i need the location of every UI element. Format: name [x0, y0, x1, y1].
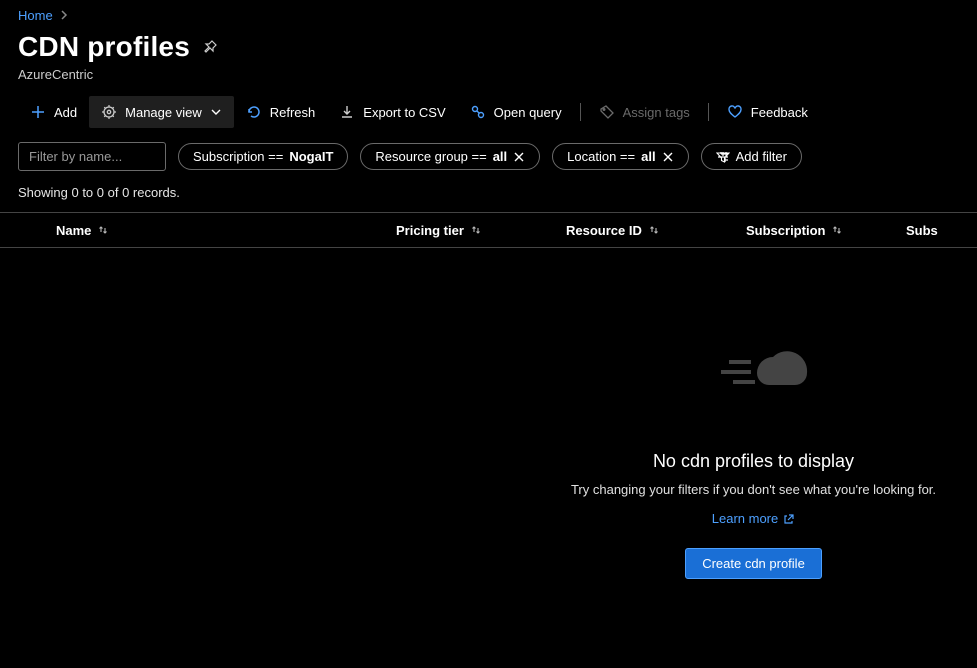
feedback-label: Feedback — [751, 105, 808, 120]
pin-button[interactable] — [202, 39, 218, 55]
manage-view-label: Manage view — [125, 105, 202, 120]
empty-state: No cdn profiles to display Try changing … — [265, 248, 977, 579]
table-header: Name Pricing tier Resource ID Subscripti… — [0, 212, 977, 248]
chevron-down-icon — [210, 106, 222, 118]
pill-label: Subscription == — [193, 149, 283, 164]
column-subscription[interactable]: Subscription — [736, 223, 896, 238]
pill-label: Resource group == — [375, 149, 486, 164]
column-subscription-id[interactable]: Subs — [896, 223, 956, 238]
page-title: CDN profiles — [18, 31, 190, 63]
column-pricing-tier[interactable]: Pricing tier — [386, 223, 556, 238]
manage-view-button[interactable]: Manage view — [89, 96, 234, 128]
external-link-icon — [783, 513, 795, 525]
pill-value: all — [641, 149, 655, 164]
empty-title: No cdn profiles to display — [653, 451, 854, 472]
column-subscription-label: Subscription — [746, 223, 825, 238]
close-icon[interactable] — [513, 151, 525, 163]
open-query-label: Open query — [494, 105, 562, 120]
column-name[interactable]: Name — [46, 223, 386, 238]
add-filter-button[interactable]: Add filter — [701, 143, 802, 170]
toolbar-separator — [580, 103, 581, 121]
learn-more-link[interactable]: Learn more — [712, 511, 795, 526]
pill-value: all — [493, 149, 507, 164]
assign-tags-label: Assign tags — [623, 105, 690, 120]
create-cdn-profile-button[interactable]: Create cdn profile — [685, 548, 822, 579]
heart-icon — [727, 104, 743, 120]
learn-more-label: Learn more — [712, 511, 778, 526]
column-subscription-id-label: Subs — [906, 223, 938, 238]
tag-icon — [599, 104, 615, 120]
chevron-right-icon — [59, 9, 69, 23]
filter-name-input[interactable] — [18, 142, 166, 171]
empty-subtitle: Try changing your filters if you don't s… — [571, 482, 936, 497]
filter-icon — [716, 150, 730, 164]
toolbar: Add Manage view Refresh Export to CSV Op… — [0, 92, 977, 132]
add-button[interactable]: Add — [18, 96, 89, 128]
filter-row: Subscription == NogaIT Resource group ==… — [0, 132, 977, 175]
feedback-button[interactable]: Feedback — [715, 96, 820, 128]
refresh-icon — [246, 104, 262, 120]
download-icon — [339, 104, 355, 120]
filter-pill-resource-group[interactable]: Resource group == all — [360, 143, 540, 170]
close-icon[interactable] — [662, 151, 674, 163]
toolbar-separator — [708, 103, 709, 121]
gear-icon — [101, 104, 117, 120]
column-resource-id[interactable]: Resource ID — [556, 223, 736, 238]
filter-pill-subscription[interactable]: Subscription == NogaIT — [178, 143, 348, 170]
column-name-label: Name — [56, 223, 91, 238]
page-subtitle: AzureCentric — [0, 67, 977, 92]
add-label: Add — [54, 105, 77, 120]
pin-icon — [202, 39, 218, 55]
records-info: Showing 0 to 0 of 0 records. — [0, 175, 977, 212]
plus-icon — [30, 104, 46, 120]
sort-icon — [648, 224, 660, 236]
column-pricing-label: Pricing tier — [396, 223, 464, 238]
refresh-button[interactable]: Refresh — [234, 96, 328, 128]
open-query-button[interactable]: Open query — [458, 96, 574, 128]
breadcrumb: Home — [0, 0, 977, 27]
sort-icon — [831, 224, 843, 236]
export-csv-button[interactable]: Export to CSV — [327, 96, 457, 128]
add-filter-label: Add filter — [736, 149, 787, 164]
page-header: CDN profiles — [0, 27, 977, 67]
cloud-illustration — [699, 328, 809, 401]
assign-tags-button: Assign tags — [587, 96, 702, 128]
query-icon — [470, 104, 486, 120]
column-resource-label: Resource ID — [566, 223, 642, 238]
sort-icon — [470, 224, 482, 236]
export-csv-label: Export to CSV — [363, 105, 445, 120]
filter-pill-location[interactable]: Location == all — [552, 143, 688, 170]
pill-label: Location == — [567, 149, 635, 164]
refresh-label: Refresh — [270, 105, 316, 120]
sort-icon — [97, 224, 109, 236]
breadcrumb-home[interactable]: Home — [18, 8, 53, 23]
pill-value: NogaIT — [289, 149, 333, 164]
